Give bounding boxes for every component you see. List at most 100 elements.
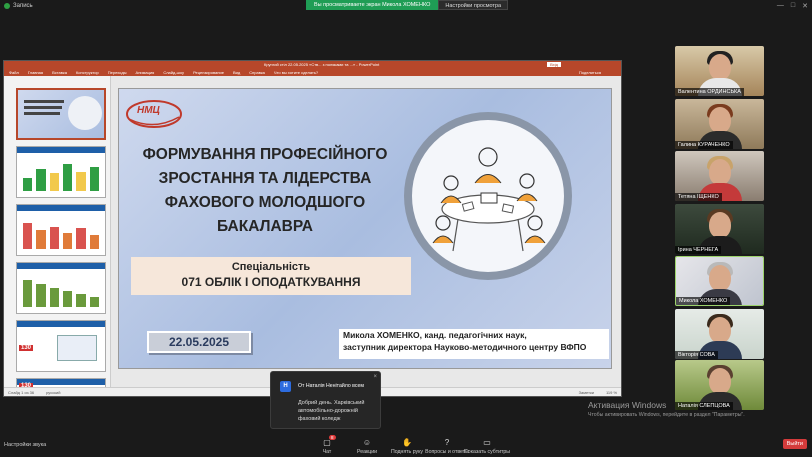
ribbon-tab-review[interactable]: Рецензирование: [193, 70, 224, 75]
slide-thumbnail[interactable]: 3: [16, 204, 106, 256]
maximize-icon[interactable]: □: [791, 2, 795, 10]
captions-label: Показать субтитры: [464, 449, 510, 455]
current-slide: НМЦ ФОРМУВАННЯ ПРОФЕСІЙНОГО ЗРОСТАННЯ ТА…: [118, 88, 612, 369]
chat-message: Добрий день. Харківський автомобільно-до…: [298, 400, 365, 422]
ribbon-tab-insert[interactable]: Вставка: [52, 70, 67, 75]
ppt-sign-in-button[interactable]: Вхід: [547, 62, 561, 67]
language-indicator[interactable]: русский: [46, 390, 60, 395]
tile-face: [708, 212, 731, 238]
view-options-button[interactable]: Настройки просмотра: [438, 0, 509, 10]
slide-thumbnail[interactable]: 2: [16, 146, 106, 198]
slide-thumbnail[interactable]: 5 130: [16, 320, 106, 372]
chat-label: Чат: [322, 449, 332, 455]
ribbon-tab-slideshow[interactable]: Слайд-шоу: [163, 70, 184, 75]
participant-tile[interactable]: Галина КУРАЧЕНКО: [675, 99, 764, 149]
ribbon-tab-view[interactable]: Вид: [233, 70, 240, 75]
participant-tile-active-speaker[interactable]: Микола ХОМЕНКО: [675, 256, 764, 306]
participant-name: Галина КУРАЧЕНКО: [675, 141, 733, 149]
toolbar-buttons: ▢ 8 Чат ☺ Реакции ✋ Поднять руку ? Вопро…: [312, 435, 510, 455]
tile-face: [708, 368, 731, 394]
slide-thumbnails-pane[interactable]: 1 2 3 4: [4, 76, 111, 390]
close-icon[interactable]: ×: [373, 374, 377, 380]
raise-hand-label: Поднять руку: [390, 449, 424, 455]
zoom-level[interactable]: 119 %: [606, 390, 617, 395]
thumb-badge: 130: [19, 345, 34, 351]
ppt-window-title: Круглий стіл 22.05.2025 «Ств... з поляка…: [264, 62, 380, 67]
ribbon-tab-design[interactable]: Конструктор: [76, 70, 99, 75]
share-message: Вы просматриваете экран Микола ХОМЕНКО: [306, 0, 439, 10]
tile-face: [708, 107, 731, 133]
minimize-icon[interactable]: —: [777, 2, 784, 10]
recording-indicator: Запись: [4, 3, 33, 9]
participant-tile[interactable]: Валентина ОРДИНСЬКА: [675, 46, 764, 96]
top-bar: Запись Вы просматриваете экран Микола ХО…: [0, 0, 812, 14]
recording-label: Запись: [13, 3, 33, 9]
qa-label: Вопросы и ответы: [425, 449, 469, 455]
author-box: Микола ХОМЕНКО, канд. педагогічних наук,…: [339, 329, 609, 359]
thumb-band: [17, 263, 105, 269]
participant-tile[interactable]: Ірина ЧЕРНЕГА: [675, 204, 764, 254]
ribbon-tab-transitions[interactable]: Переходы: [108, 70, 127, 75]
activation-subtitle: Чтобы активировать Windows, перейдите в …: [588, 412, 745, 418]
ribbon-tab-help[interactable]: Справка: [249, 70, 265, 75]
notes-button[interactable]: Заметки: [579, 390, 594, 395]
ribbon-tell-me-search[interactable]: Что вы хотите сделать?: [274, 70, 318, 75]
raise-hand-button[interactable]: ✋ Поднять руку: [390, 438, 424, 455]
slide-counter: Слайд 1 из 36: [8, 389, 35, 395]
windows-activation-watermark: Активация Windows Чтобы активировать Win…: [588, 400, 745, 418]
captions-button[interactable]: ▭ Показать субтитры: [464, 438, 510, 455]
close-icon[interactable]: ✕: [802, 2, 808, 10]
participant-tile[interactable]: Вікторія СОВА: [675, 309, 764, 359]
ppt-ribbon: Файл Главная Вставка Конструктор Переход…: [4, 68, 621, 76]
author-line-1: Микола ХОМЕНКО, канд. педагогічних наук,: [343, 330, 527, 340]
sender-avatar: Н: [280, 381, 291, 392]
presentation-date: 22.05.2025: [168, 335, 230, 349]
chat-notification[interactable]: Н От Наталія Ненітайло всем Добрий день.…: [270, 371, 381, 429]
captions-icon: ▭: [483, 438, 491, 447]
meeting-toolbar: Настройки звука ▢ 8 Чат ☺ Реакции ✋ Подн…: [0, 435, 812, 457]
chat-count-badge: 8: [329, 435, 336, 440]
specialty-value: 071 ОБЛІК І ОПОДАТКУВАННЯ: [181, 275, 361, 289]
recording-dot-icon: [4, 3, 10, 9]
specialty-label: Спеціальність: [231, 261, 311, 273]
slide-title-line: БАКАЛАВРА: [216, 218, 314, 235]
slide-title-line: ФОРМУВАННЯ ПРОФЕСІЙНОГО: [142, 146, 388, 163]
share-banner: Вы просматриваете экран Микола ХОМЕНКО Н…: [306, 0, 509, 10]
participant-tile[interactable]: Тетяна ІЩЕНКО: [675, 151, 764, 201]
exit-button[interactable]: Выйти: [782, 439, 807, 449]
meeting-illustration: [404, 112, 572, 280]
sound-settings-button[interactable]: Настройки звука: [4, 442, 46, 448]
tile-face: [708, 265, 731, 291]
thumb-band: [17, 147, 105, 153]
thumb-band: [17, 321, 105, 327]
tile-face: [708, 159, 731, 185]
reactions-label: Реакции: [356, 449, 378, 455]
ribbon-tab-home[interactable]: Главная: [28, 70, 43, 75]
participant-name: Ірина ЧЕРНЕГА: [675, 246, 722, 254]
thumb-bars: [23, 159, 99, 191]
tile-face: [708, 317, 731, 343]
hand-icon: ✋: [402, 438, 412, 447]
date-box: 22.05.2025: [147, 331, 251, 353]
participant-name: Вікторія СОВА: [675, 351, 718, 359]
smile-icon: ☺: [362, 438, 372, 447]
participant-name: Микола ХОМЕНКО: [676, 297, 731, 305]
slide-thumbnail[interactable]: 1: [16, 88, 106, 140]
thumb-title-line: [24, 100, 64, 103]
chat-sender: От Наталія Ненітайло всем: [298, 383, 364, 389]
chat-button[interactable]: ▢ 8 Чат: [312, 435, 342, 455]
specialty-box: Спеціальність 071 ОБЛІК І ОПОДАТКУВАННЯ: [131, 257, 411, 295]
thumb-circle: [68, 96, 102, 130]
reactions-button[interactable]: ☺ Реакции: [352, 438, 382, 455]
ribbon-tab-animation[interactable]: Анимация: [136, 70, 155, 75]
tile-face: [708, 54, 731, 80]
ribbon-share-button[interactable]: Поделиться: [579, 70, 601, 75]
window-controls: — □ ✕: [777, 2, 808, 10]
slide-title: ФОРМУВАННЯ ПРОФЕСІЙНОГО ЗРОСТАННЯ ТА ЛІД…: [125, 143, 405, 239]
logo-text: НМЦ: [137, 105, 160, 116]
thumb-bars: [23, 217, 99, 249]
thumb-figure: [57, 335, 97, 361]
qa-button[interactable]: ? Вопросы и ответы: [425, 438, 469, 455]
ribbon-tab-file[interactable]: Файл: [9, 70, 19, 75]
slide-thumbnail[interactable]: 4: [16, 262, 106, 314]
